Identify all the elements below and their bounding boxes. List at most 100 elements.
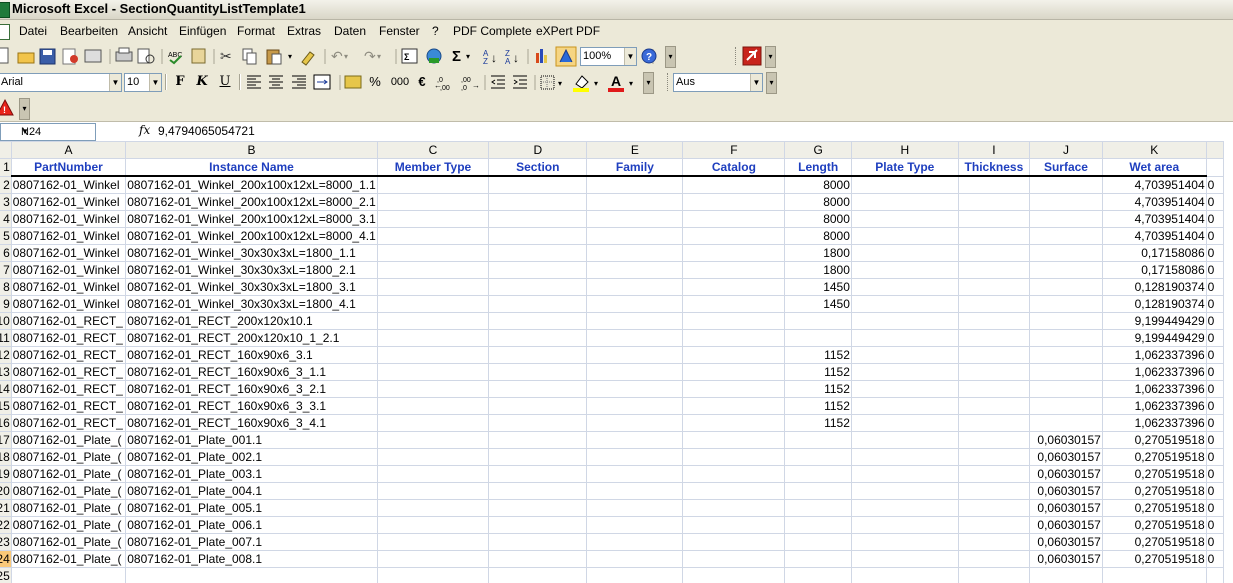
surface-cell[interactable] xyxy=(1029,346,1103,364)
menu-pdf-complete[interactable]: PDF Complete xyxy=(453,24,532,38)
surface-cell[interactable] xyxy=(1029,278,1103,296)
length-cell[interactable] xyxy=(784,533,852,551)
thickness-cell[interactable] xyxy=(957,380,1031,398)
plate-type-cell[interactable] xyxy=(850,550,959,568)
catalog-cell[interactable] xyxy=(682,414,786,432)
toolbar-grip[interactable] xyxy=(735,47,740,65)
increase-decimal-icon[interactable]: ,0,00← xyxy=(434,77,450,92)
surface-cell[interactable] xyxy=(1029,295,1103,313)
thickness-cell[interactable] xyxy=(957,414,1031,432)
catalog-cell[interactable] xyxy=(682,533,786,551)
section-cell[interactable] xyxy=(488,550,588,568)
row-header[interactable]: 12 xyxy=(0,346,12,364)
wet-area-cell[interactable]: 0,128190374 xyxy=(1101,295,1207,313)
instance-name-cell[interactable]: 0807162-01_RECT_160x90x6_3_2.1 xyxy=(125,380,378,398)
column-header[interactable]: K xyxy=(1101,141,1207,159)
instance-name-cell[interactable]: 0807162-01_RECT_160x90x6_3_3.1 xyxy=(125,397,378,415)
family-cell[interactable] xyxy=(586,448,684,466)
part-number-cell[interactable]: 0807162-01_RECT_ xyxy=(10,329,127,347)
surface-cell[interactable]: 0,06030157 xyxy=(1029,533,1103,551)
surface-cell[interactable] xyxy=(1029,227,1103,245)
part-number-cell[interactable]: 0807162-01_Winkel xyxy=(10,244,127,262)
formula-input[interactable]: 9,4794065054721 xyxy=(158,124,255,138)
part-number-cell[interactable]: 0807162-01_Winkel xyxy=(10,295,127,313)
catalog-cell[interactable] xyxy=(682,397,786,415)
instance-name-cell[interactable]: 0807162-01_Winkel_200x100x12xL=8000_4.1 xyxy=(125,227,378,245)
instance-name-cell[interactable]: 0807162-01_Plate_003.1 xyxy=(125,465,378,483)
thickness-cell[interactable] xyxy=(957,363,1031,381)
warning-icon[interactable]: ! xyxy=(0,98,14,116)
part-number-cell[interactable]: 0807162-01_Winkel xyxy=(10,261,127,279)
plate-type-cell[interactable] xyxy=(850,431,959,449)
section-cell[interactable] xyxy=(488,312,588,330)
family-cell[interactable] xyxy=(586,397,684,415)
hyperlink-icon[interactable]: Σ xyxy=(401,48,418,64)
length-cell[interactable]: 8000 xyxy=(784,227,852,245)
euro-button[interactable]: € xyxy=(413,73,431,91)
part-number-cell[interactable]: 0807162-01_RECT_ xyxy=(10,414,127,432)
part-number-cell[interactable]: 0807162-01_Plate_( xyxy=(10,482,127,500)
catalog-cell[interactable] xyxy=(682,329,786,347)
chart-wizard-icon[interactable] xyxy=(536,49,547,63)
length-cell[interactable]: 1800 xyxy=(784,244,852,262)
select-all-corner[interactable] xyxy=(0,141,12,159)
length-cell[interactable] xyxy=(784,482,852,500)
section-cell[interactable] xyxy=(488,329,588,347)
thickness-cell[interactable] xyxy=(957,193,1031,211)
surface-cell[interactable]: 0,06030157 xyxy=(1029,550,1103,568)
thickness-cell[interactable] xyxy=(957,516,1031,534)
plate-type-cell[interactable] xyxy=(850,210,959,228)
instance-name-cell[interactable]: 0807162-01_Winkel_30x30x3xL=1800_1.1 xyxy=(125,244,378,262)
part-number-cell[interactable]: 0807162-01_Plate_( xyxy=(10,550,127,568)
length-cell[interactable]: 1152 xyxy=(784,363,852,381)
research-icon[interactable] xyxy=(191,48,206,64)
menu-datei[interactable]: Datei xyxy=(19,24,47,38)
instance-name-cell[interactable]: 0807162-01_Winkel_30x30x3xL=1800_2.1 xyxy=(125,261,378,279)
chevron-down-icon[interactable]: ▼ xyxy=(750,74,762,91)
row-header[interactable]: 20 xyxy=(0,482,12,500)
section-cell[interactable] xyxy=(488,210,588,228)
sort-ascending-icon[interactable]: AZ ↓ xyxy=(483,49,497,66)
row-header[interactable]: 8 xyxy=(0,278,12,296)
catalog-cell[interactable] xyxy=(682,346,786,364)
length-cell[interactable] xyxy=(784,431,852,449)
column-header[interactable]: B xyxy=(125,141,378,159)
thickness-cell[interactable] xyxy=(957,499,1031,517)
cell[interactable]: 0 xyxy=(1205,482,1225,500)
surface-cell[interactable]: 0,06030157 xyxy=(1029,448,1103,466)
section-cell[interactable] xyxy=(488,346,588,364)
row-header[interactable]: 17 xyxy=(0,431,12,449)
family-cell[interactable] xyxy=(586,363,684,381)
row-header[interactable]: 18 xyxy=(0,448,12,466)
thickness-cell[interactable] xyxy=(957,397,1031,415)
surface-cell[interactable] xyxy=(1029,363,1103,381)
family-cell[interactable] xyxy=(586,380,684,398)
column-header[interactable]: A xyxy=(10,141,127,159)
instance-name-cell[interactable]: 0807162-01_Plate_004.1 xyxy=(125,482,378,500)
column-header[interactable]: D xyxy=(488,141,588,159)
plate-type-cell[interactable] xyxy=(850,567,959,583)
section-cell[interactable] xyxy=(488,363,588,381)
member-type-cell[interactable] xyxy=(376,193,490,211)
wet-area-cell[interactable]: 0,270519518 xyxy=(1101,482,1207,500)
wet-area-cell[interactable]: 4,703951404 xyxy=(1101,193,1207,211)
length-cell[interactable]: 1152 xyxy=(784,380,852,398)
surface-cell[interactable]: 0,06030157 xyxy=(1029,516,1103,534)
part-number-cell[interactable]: 0807162-01_RECT_ xyxy=(10,397,127,415)
part-number-cell[interactable] xyxy=(10,567,127,583)
column-title-cell[interactable]: Instance Name xyxy=(125,158,378,177)
cell[interactable]: 0 xyxy=(1205,499,1225,517)
length-cell[interactable]: 8000 xyxy=(784,175,852,194)
part-number-cell[interactable]: 0807162-01_Winkel xyxy=(10,227,127,245)
part-number-cell[interactable]: 0807162-01_RECT_ xyxy=(10,380,127,398)
menu-daten[interactable]: Daten xyxy=(334,24,366,38)
column-title-cell[interactable]: Length xyxy=(784,158,852,177)
font-color-icon[interactable]: A ▾ xyxy=(608,73,633,92)
surface-cell[interactable] xyxy=(1029,329,1103,347)
length-cell[interactable]: 1450 xyxy=(784,295,852,313)
catalog-cell[interactable] xyxy=(682,516,786,534)
catalog-cell[interactable] xyxy=(682,380,786,398)
section-cell[interactable] xyxy=(488,261,588,279)
save-icon[interactable] xyxy=(39,48,56,65)
family-cell[interactable] xyxy=(586,295,684,313)
